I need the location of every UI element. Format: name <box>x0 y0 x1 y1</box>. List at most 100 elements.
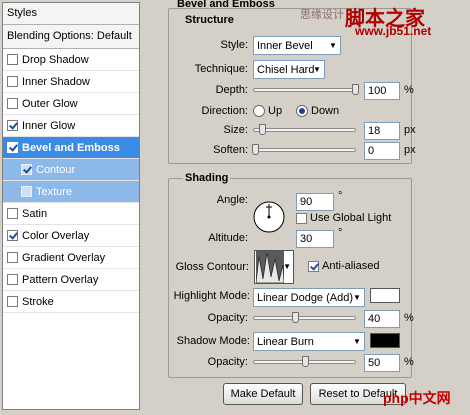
direction-up-label: Up <box>268 105 283 117</box>
highlight-mode-value: Linear Dodge (Add) <box>257 291 354 304</box>
shadow-opacity-input[interactable]: 50 <box>364 354 400 372</box>
shadow-mode-value: Linear Burn <box>257 335 314 348</box>
style-item-checkbox[interactable] <box>7 120 18 131</box>
watermark-url: www.jb51.net <box>355 24 432 38</box>
direction-down-radio[interactable] <box>296 105 308 117</box>
depth-slider-thumb[interactable] <box>352 84 359 95</box>
style-item[interactable]: Pattern Overlay <box>3 269 139 291</box>
style-item[interactable]: Satin <box>3 203 139 225</box>
style-item[interactable]: Gradient Overlay <box>3 247 139 269</box>
contour-curve-icon <box>256 251 284 283</box>
direction-down-label: Down <box>311 105 340 117</box>
shadow-opacity-unit: % <box>404 356 414 368</box>
anti-aliased-checkbox[interactable] <box>308 261 319 272</box>
style-item-label: Stroke <box>22 295 54 308</box>
depth-label: Depth: <box>215 84 248 96</box>
depth-input[interactable]: 100 <box>364 82 400 100</box>
style-select[interactable]: Inner Bevel ▼ <box>253 36 341 55</box>
technique-select-value: Chisel Hard <box>257 63 315 76</box>
highlight-opacity-label: Opacity: <box>207 312 248 324</box>
chevron-down-icon: ▼ <box>353 293 361 302</box>
make-default-button[interactable]: Make Default <box>223 383 303 405</box>
soften-slider-thumb[interactable] <box>252 144 259 155</box>
highlight-mode-label: Highlight Mode: <box>173 290 250 302</box>
style-item[interactable]: Outer Glow <box>3 93 139 115</box>
styles-list: Styles Blending Options: Default Drop Sh… <box>2 2 140 410</box>
angle-unit: ° <box>338 190 343 202</box>
style-item-checkbox[interactable] <box>7 296 18 307</box>
shadow-mode-select[interactable]: Linear Burn ▼ <box>253 332 365 351</box>
chevron-down-icon: ▼ <box>329 41 337 50</box>
size-label: Size: <box>223 124 248 136</box>
angle-dial[interactable] <box>252 200 286 234</box>
soften-slider-track[interactable] <box>253 148 356 152</box>
soften-label: Soften: <box>213 144 248 156</box>
structure-title: Structure <box>183 14 236 26</box>
style-item-label: Gradient Overlay <box>22 251 106 264</box>
style-item-checkbox[interactable] <box>7 142 18 153</box>
style-item-label: Drop Shadow <box>22 53 89 66</box>
style-item-checkbox[interactable] <box>7 274 18 285</box>
anti-aliased-label: Anti-aliased <box>322 260 380 272</box>
highlight-opacity-track[interactable] <box>253 316 356 320</box>
size-slider-thumb[interactable] <box>259 124 266 135</box>
style-item[interactable]: Stroke <box>3 291 139 313</box>
style-item-checkbox[interactable] <box>7 208 18 219</box>
style-item-label: Texture <box>36 185 73 198</box>
highlight-opacity-input[interactable]: 40 <box>364 310 400 328</box>
technique-select[interactable]: Chisel Hard ▼ <box>253 60 325 79</box>
style-item-label: Satin <box>22 207 48 220</box>
altitude-label: Altitude: <box>208 232 248 244</box>
style-label: Style: <box>220 39 248 51</box>
shadow-mode-label: Shadow Mode: <box>176 335 250 347</box>
style-item-label: Outer Glow <box>22 97 78 110</box>
blending-options[interactable]: Blending Options: Default <box>3 25 139 49</box>
direction-up-radio[interactable] <box>253 105 265 117</box>
soften-unit: px <box>404 144 416 156</box>
style-item-label: Color Overlay <box>22 229 90 242</box>
highlight-opacity-thumb[interactable] <box>292 312 299 323</box>
style-item-label: Pattern Overlay <box>22 273 99 286</box>
style-item[interactable]: Inner Shadow <box>3 71 139 93</box>
style-select-value: Inner Bevel <box>257 39 313 52</box>
altitude-unit: ° <box>338 227 343 239</box>
style-item[interactable]: Drop Shadow <box>3 49 139 71</box>
chevron-down-icon: ▼ <box>283 262 291 271</box>
highlight-opacity-unit: % <box>404 312 414 324</box>
style-item-label: Contour <box>36 163 76 176</box>
style-item[interactable]: Bevel and Emboss <box>3 137 139 159</box>
shadow-opacity-label: Opacity: <box>207 356 248 368</box>
depth-slider-track[interactable] <box>253 88 356 92</box>
shadow-opacity-thumb[interactable] <box>302 356 309 367</box>
styles-header[interactable]: Styles <box>3 3 139 25</box>
global-light-checkbox[interactable] <box>296 213 307 224</box>
shadow-color-swatch[interactable] <box>370 333 400 348</box>
style-item-checkbox[interactable] <box>7 98 18 109</box>
shading-title: Shading <box>183 172 231 184</box>
watermark-php: php中文网 <box>383 390 451 406</box>
style-item[interactable]: Texture <box>3 181 139 203</box>
style-item-label: Inner Glow <box>22 119 76 132</box>
style-item-checkbox[interactable] <box>7 252 18 263</box>
highlight-color-swatch[interactable] <box>370 288 400 303</box>
style-item-checkbox[interactable] <box>21 186 32 197</box>
chevron-down-icon: ▼ <box>313 65 321 74</box>
direction-label: Direction: <box>201 105 248 117</box>
highlight-mode-select[interactable]: Linear Dodge (Add) ▼ <box>253 288 365 307</box>
style-item-checkbox[interactable] <box>7 54 18 65</box>
style-item[interactable]: Color Overlay <box>3 225 139 247</box>
technique-label: Technique: <box>194 63 248 75</box>
angle-label: Angle: <box>216 194 248 206</box>
style-item-checkbox[interactable] <box>21 164 32 175</box>
size-input[interactable]: 18 <box>364 122 400 140</box>
style-item-checkbox[interactable] <box>7 76 18 87</box>
altitude-input[interactable]: 30 <box>296 230 334 248</box>
style-item[interactable]: Inner Glow <box>3 115 139 137</box>
watermark-top: 思缘设计 <box>300 9 344 21</box>
gloss-contour-picker[interactable]: ▼ <box>254 250 294 284</box>
size-slider-track[interactable] <box>253 128 356 132</box>
style-item[interactable]: Contour <box>3 159 139 181</box>
style-item-checkbox[interactable] <box>7 230 18 241</box>
soften-input[interactable]: 0 <box>364 142 400 160</box>
angle-input[interactable]: 90 <box>296 193 334 211</box>
